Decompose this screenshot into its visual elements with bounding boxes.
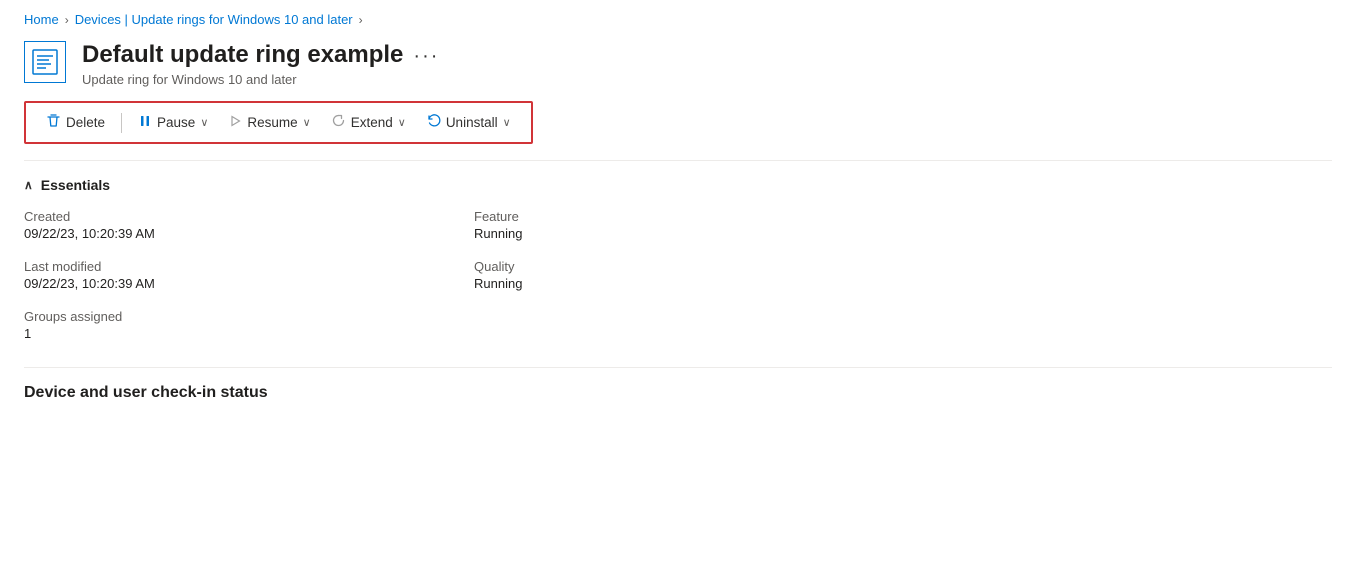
- page-title: Default update ring example: [82, 39, 403, 70]
- essentials-created-label: Created: [24, 209, 474, 224]
- essentials-feature-value: Running: [474, 226, 924, 241]
- essentials-last-modified-value: 09/22/23, 10:20:39 AM: [24, 276, 474, 291]
- refresh-icon: [331, 113, 346, 132]
- toolbar-divider-1: [121, 113, 122, 133]
- extend-button[interactable]: Extend ∨: [323, 109, 414, 136]
- essentials-created: Created 09/22/23, 10:20:39 AM: [24, 209, 474, 241]
- bottom-section-title: Device and user check-in status: [24, 384, 1332, 402]
- page-header: Default update ring example ··· Update r…: [24, 39, 1332, 87]
- essentials-groups-label: Groups assigned: [24, 309, 474, 324]
- essentials-title: Essentials: [41, 177, 110, 193]
- extend-chevron: ∨: [398, 116, 406, 129]
- essentials-header: ∧ Essentials: [24, 177, 1332, 193]
- page-title-row: Default update ring example ···: [82, 39, 439, 70]
- bottom-divider-line: [24, 367, 1332, 368]
- breadcrumb-separator-1: ›: [65, 13, 69, 27]
- resume-button[interactable]: Resume ∨: [220, 110, 318, 136]
- uninstall-label: Uninstall: [446, 115, 498, 130]
- essentials-grid: Created 09/22/23, 10:20:39 AM Last modif…: [24, 209, 924, 359]
- page-subtitle: Update ring for Windows 10 and later: [82, 72, 439, 87]
- policy-icon-svg: [31, 48, 59, 76]
- more-options-button[interactable]: ···: [413, 45, 439, 68]
- undo-icon: [426, 113, 441, 132]
- toolbar-divider-line: [24, 160, 1332, 161]
- breadcrumb: Home › Devices | Update rings for Window…: [24, 12, 1332, 27]
- essentials-quality-label: Quality: [474, 259, 924, 274]
- breadcrumb-home[interactable]: Home: [24, 12, 59, 27]
- essentials-section: ∧ Essentials Created 09/22/23, 10:20:39 …: [24, 177, 1332, 359]
- essentials-feature-label: Feature: [474, 209, 924, 224]
- play-icon: [228, 114, 242, 132]
- trash-icon: [46, 113, 61, 132]
- page-icon: [24, 41, 66, 83]
- toolbar: Delete Pause ∨ Resume ∨: [24, 101, 533, 144]
- page-container: Home › Devices | Update rings for Window…: [0, 0, 1356, 426]
- breadcrumb-devices[interactable]: Devices | Update rings for Windows 10 an…: [75, 12, 353, 27]
- essentials-last-modified: Last modified 09/22/23, 10:20:39 AM: [24, 259, 474, 291]
- pause-chevron: ∨: [200, 116, 208, 129]
- uninstall-button[interactable]: Uninstall ∨: [418, 109, 519, 136]
- essentials-quality: Quality Running: [474, 259, 924, 291]
- pause-label: Pause: [157, 115, 195, 130]
- breadcrumb-separator-2: ›: [359, 13, 363, 27]
- essentials-quality-value: Running: [474, 276, 924, 291]
- resume-chevron: ∨: [303, 116, 311, 129]
- delete-button[interactable]: Delete: [38, 109, 113, 136]
- essentials-last-modified-label: Last modified: [24, 259, 474, 274]
- essentials-created-value: 09/22/23, 10:20:39 AM: [24, 226, 474, 241]
- essentials-groups-value: 1: [24, 326, 474, 341]
- delete-label: Delete: [66, 115, 105, 130]
- uninstall-chevron: ∨: [503, 116, 511, 129]
- extend-label: Extend: [351, 115, 393, 130]
- essentials-collapse-icon[interactable]: ∧: [24, 178, 33, 192]
- page-title-group: Default update ring example ··· Update r…: [82, 39, 439, 87]
- pause-button[interactable]: Pause ∨: [130, 110, 216, 136]
- essentials-left-col: Created 09/22/23, 10:20:39 AM Last modif…: [24, 209, 474, 359]
- essentials-groups-assigned: Groups assigned 1: [24, 309, 474, 341]
- pause-icon: [138, 114, 152, 132]
- essentials-feature: Feature Running: [474, 209, 924, 241]
- essentials-right-col: Feature Running Quality Running: [474, 209, 924, 359]
- resume-label: Resume: [247, 115, 297, 130]
